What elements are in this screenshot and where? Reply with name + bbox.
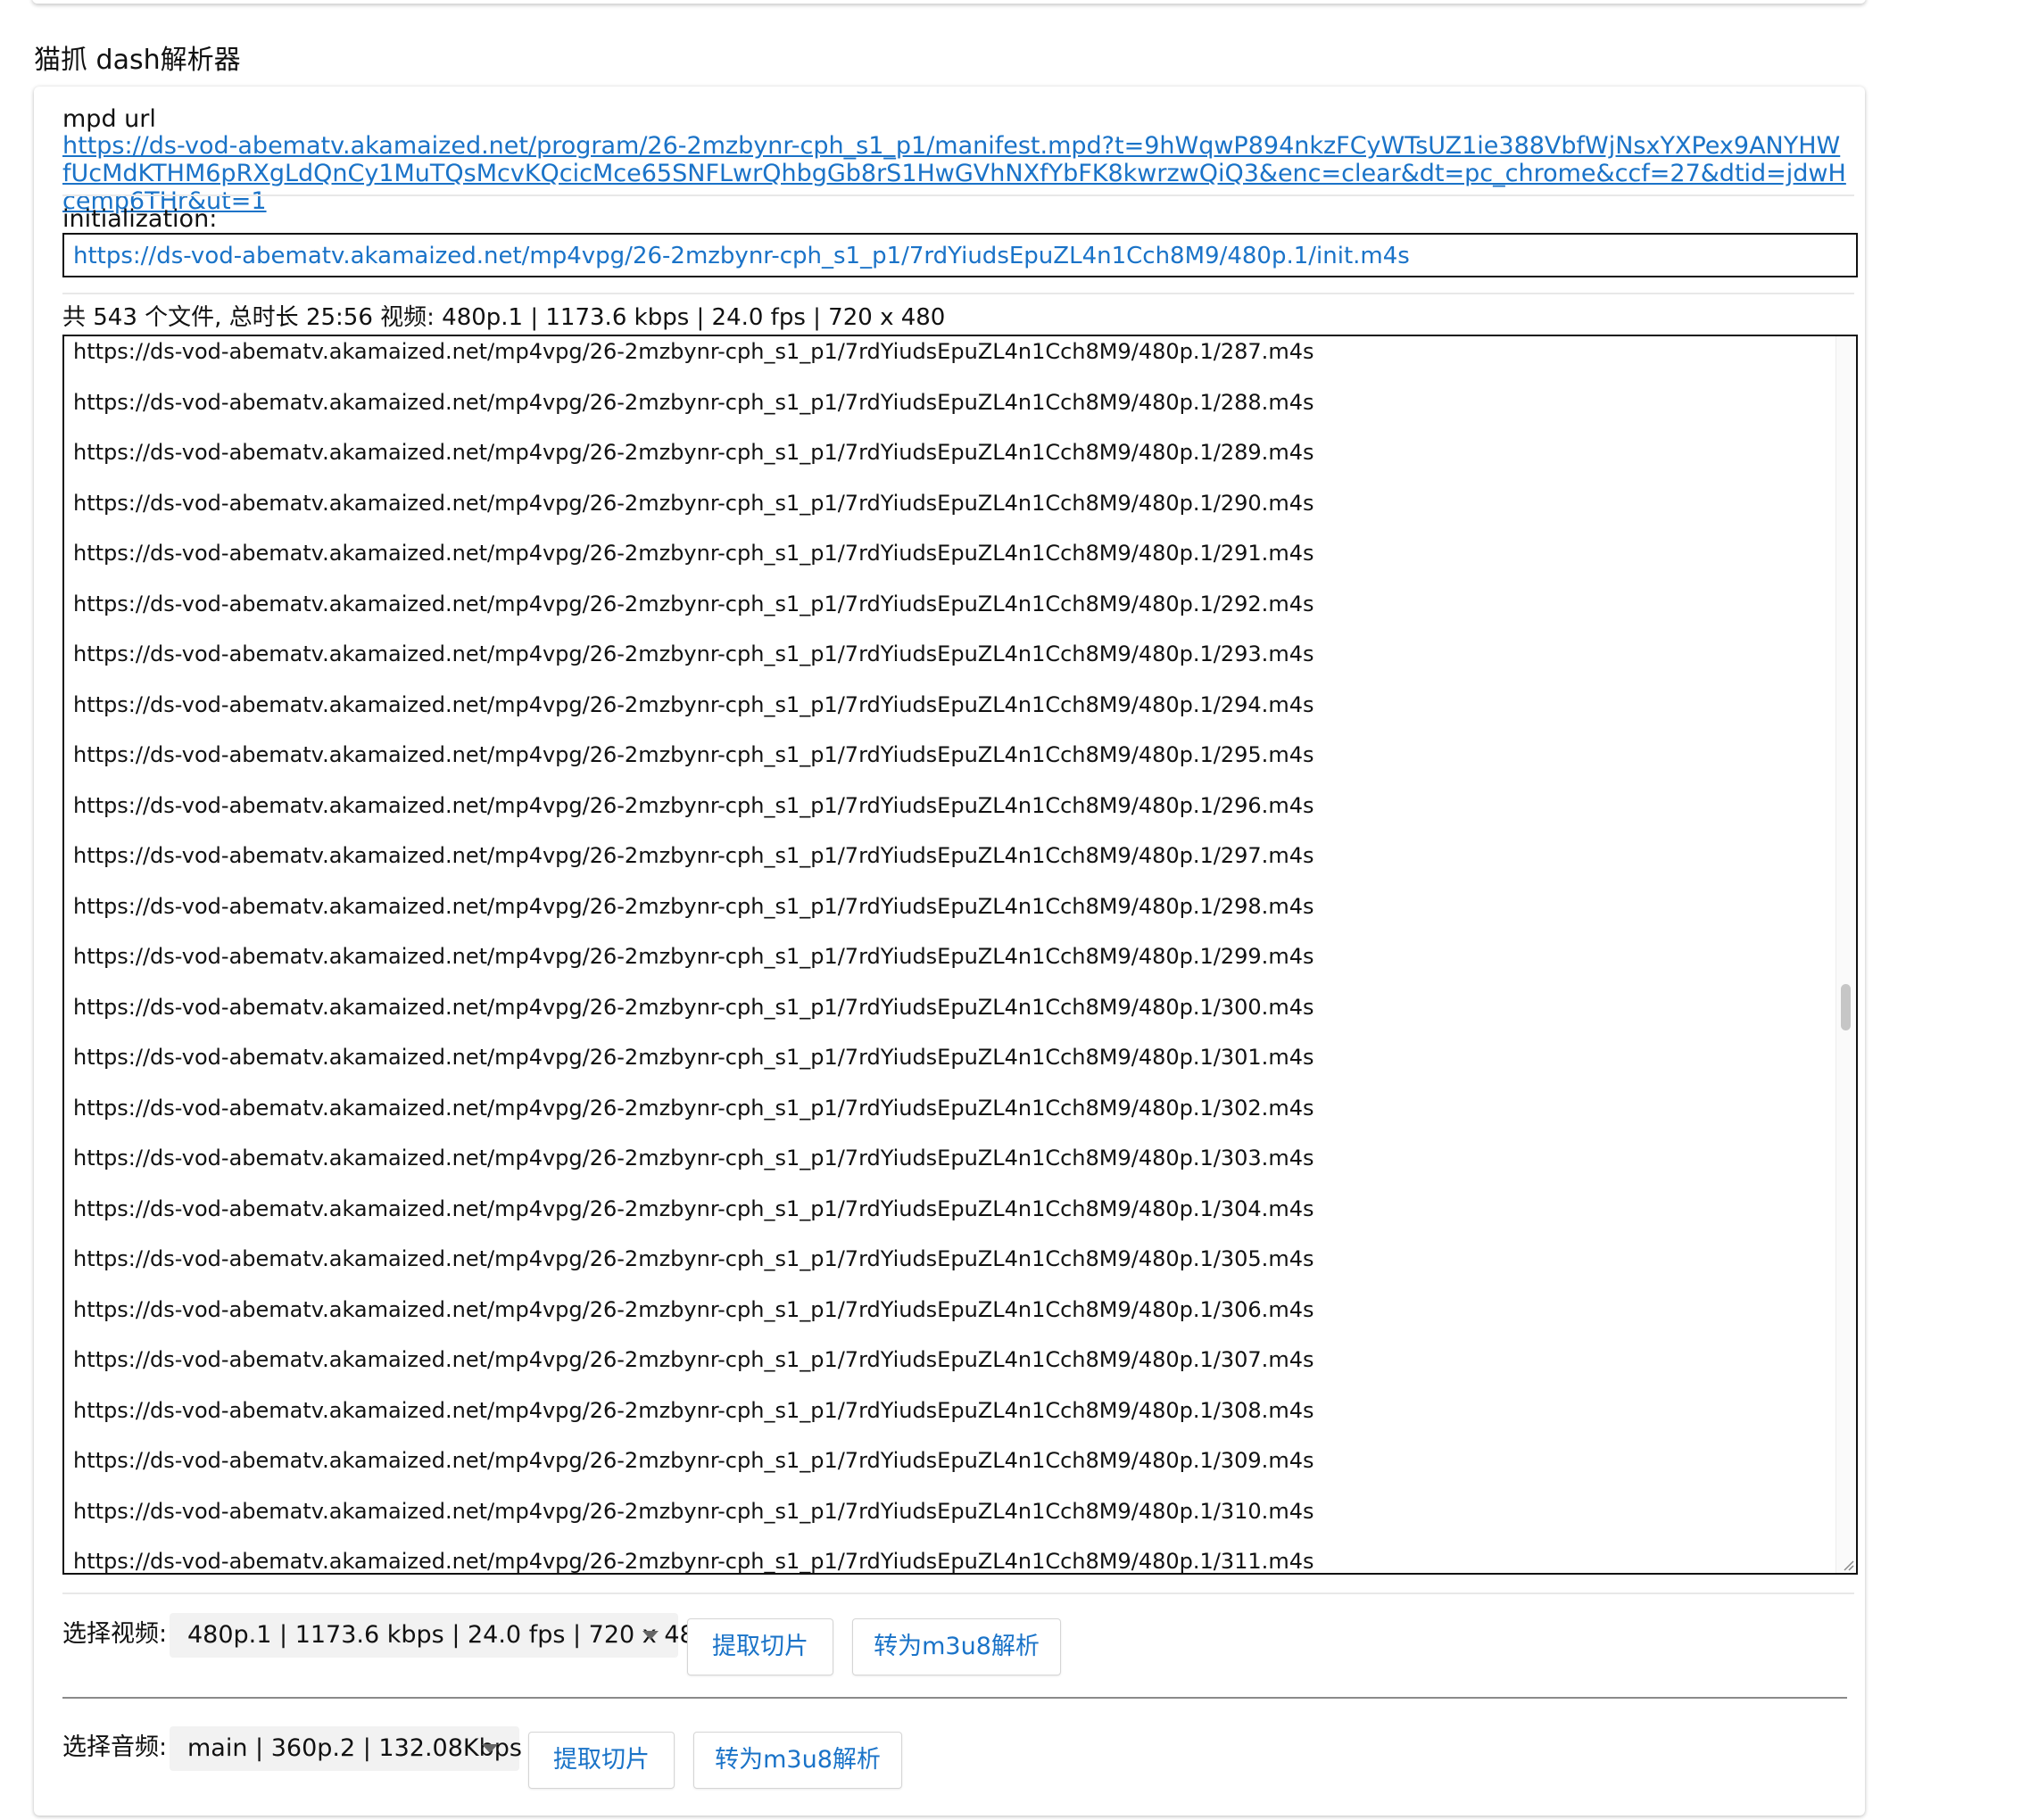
segment-url: https://ds-vod-abematv.akamaized.net/mp4… [73, 843, 1314, 868]
video-select-value: 480p.1 | 1173.6 kbps | 24.0 fps | 720 x … [187, 1621, 710, 1649]
vertical-scrollbar[interactable] [1836, 336, 1856, 1573]
segment-url: https://ds-vod-abematv.akamaized.net/mp4… [73, 1397, 1314, 1423]
video-select-row: 选择视频: 480p.1 | 1173.6 kbps | 24.0 fps | … [62, 1613, 1847, 1675]
panel-title: 猫抓 dash解析器 [34, 45, 241, 76]
segment-url: https://ds-vod-abematv.akamaized.net/mp4… [73, 1045, 1314, 1070]
section-separator [62, 194, 1854, 196]
segment-url: https://ds-vod-abematv.akamaized.net/mp4… [73, 1347, 1314, 1372]
segment-url: https://ds-vod-abematv.akamaized.net/mp4… [73, 1195, 1314, 1221]
scrollbar-thumb[interactable] [1841, 984, 1851, 1030]
chevron-down-icon [642, 1631, 659, 1640]
segment-url: https://ds-vod-abematv.akamaized.net/mp4… [73, 1095, 1314, 1121]
previous-panel-edge [32, 0, 1866, 4]
video-m3u8-button[interactable]: 转为m3u8解析 [852, 1618, 1061, 1675]
section-separator [62, 293, 1854, 294]
audio-m3u8-button[interactable]: 转为m3u8解析 [693, 1732, 902, 1789]
segment-list: https://ds-vod-abematv.akamaized.net/mp4… [73, 338, 1314, 1574]
file-summary: 共 543 个文件, 总时长 25:56 视频: 480p.1 | 1173.6… [62, 304, 946, 331]
mpd-url-label: mpd url [62, 105, 156, 133]
segment-url: https://ds-vod-abematv.akamaized.net/mp4… [73, 591, 1314, 616]
mpd-url-link[interactable]: https://ds-vod-abematv.akamaized.net/pro… [62, 132, 1847, 215]
segment-url: https://ds-vod-abematv.akamaized.net/mp4… [73, 1246, 1314, 1271]
segment-url: https://ds-vod-abematv.akamaized.net/mp4… [73, 742, 1314, 767]
segment-url: https://ds-vod-abematv.akamaized.net/mp4… [73, 490, 1314, 516]
resize-grip-icon[interactable] [1842, 1559, 1854, 1571]
segment-url: https://ds-vod-abematv.akamaized.net/mp4… [73, 339, 1314, 364]
audio-extract-button[interactable]: 提取切片 [528, 1732, 675, 1789]
segment-url: https://ds-vod-abematv.akamaized.net/mp4… [73, 792, 1314, 818]
audio-select-label: 选择音频: [62, 1733, 168, 1761]
segment-url: https://ds-vod-abematv.akamaized.net/mp4… [73, 944, 1314, 969]
video-select[interactable]: 480p.1 | 1173.6 kbps | 24.0 fps | 720 x … [170, 1613, 710, 1658]
video-audio-divider [62, 1697, 1847, 1699]
segment-url: https://ds-vod-abematv.akamaized.net/mp4… [73, 1146, 1314, 1171]
segment-url: https://ds-vod-abematv.akamaized.net/mp4… [73, 641, 1314, 666]
segment-url: https://ds-vod-abematv.akamaized.net/mp4… [73, 1296, 1314, 1322]
initialization-url-field[interactable]: https://ds-vod-abematv.akamaized.net/mp4… [62, 233, 1858, 277]
segment-url: https://ds-vod-abematv.akamaized.net/mp4… [73, 1549, 1314, 1574]
chevron-down-icon [482, 1744, 498, 1753]
video-select-label: 选择视频: [62, 1620, 168, 1648]
segment-url: https://ds-vod-abematv.akamaized.net/mp4… [73, 893, 1314, 919]
section-separator [62, 1592, 1854, 1594]
audio-select[interactable]: main | 360p.2 | 132.08Kbps [170, 1726, 522, 1771]
segment-url: https://ds-vod-abematv.akamaized.net/mp4… [73, 1448, 1314, 1473]
audio-select-value: main | 360p.2 | 132.08Kbps [187, 1734, 522, 1762]
initialization-label: initialization: [62, 205, 218, 233]
segment-url: https://ds-vod-abematv.akamaized.net/mp4… [73, 389, 1314, 415]
segment-url: https://ds-vod-abematv.akamaized.net/mp4… [73, 440, 1314, 465]
segment-url: https://ds-vod-abematv.akamaized.net/mp4… [73, 994, 1314, 1020]
segment-url: https://ds-vod-abematv.akamaized.net/mp4… [73, 541, 1314, 566]
segment-list-textarea[interactable]: https://ds-vod-abematv.akamaized.net/mp4… [62, 335, 1858, 1575]
segment-url: https://ds-vod-abematv.akamaized.net/mp4… [73, 691, 1314, 717]
segment-url: https://ds-vod-abematv.akamaized.net/mp4… [73, 1498, 1314, 1524]
audio-select-row: 选择音频: main | 360p.2 | 132.08Kbps 提取切片 转为… [62, 1726, 1847, 1789]
video-extract-button[interactable]: 提取切片 [687, 1618, 833, 1675]
